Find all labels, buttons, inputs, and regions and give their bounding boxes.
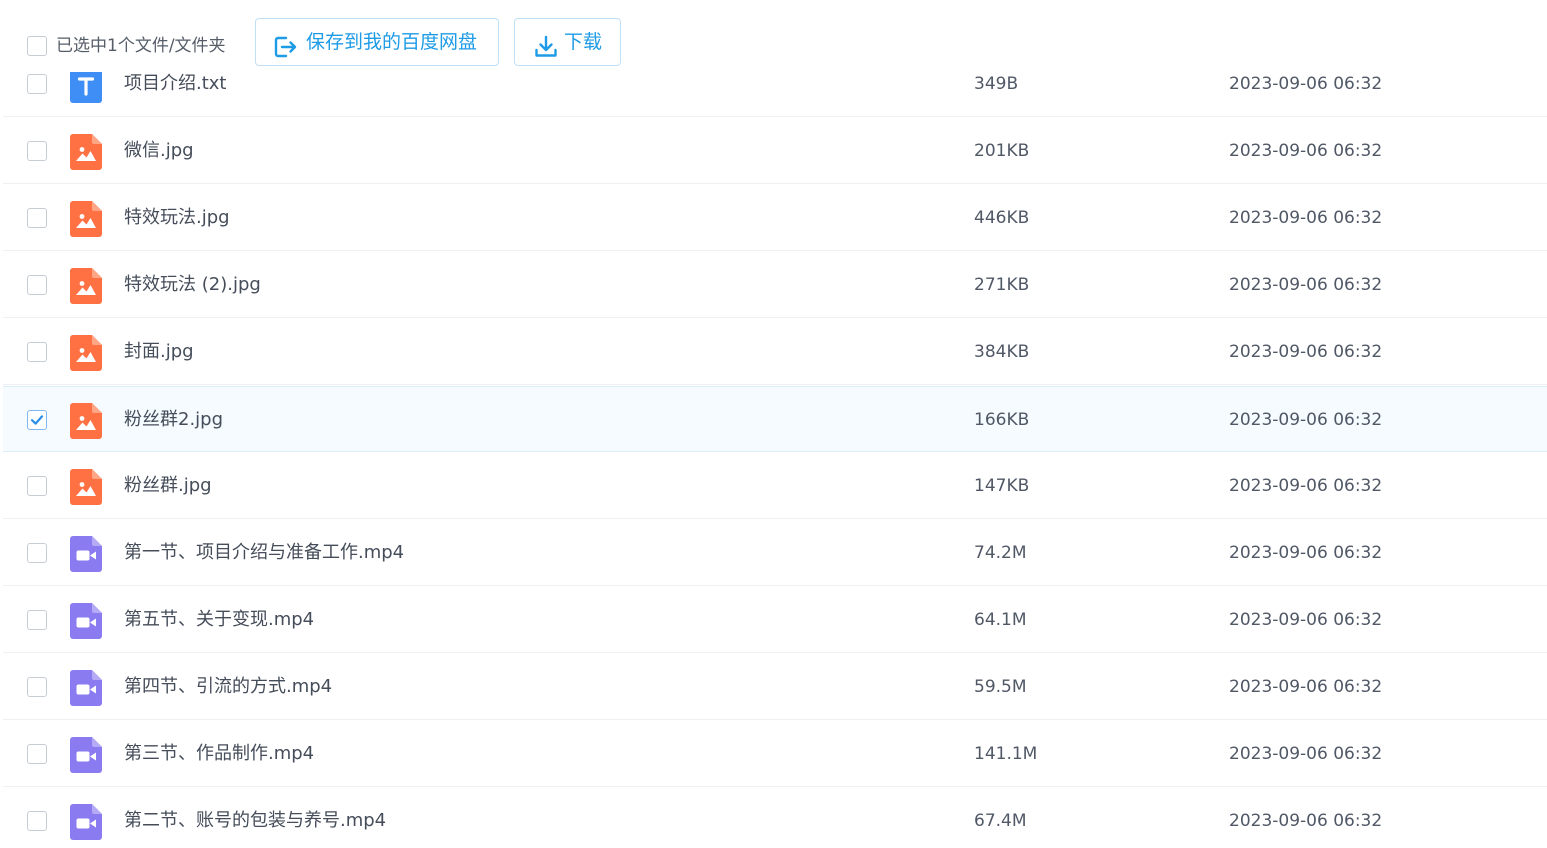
save-to-netdisk-label: 保存到我的百度网盘 [306,31,478,53]
row-checkbox[interactable] [27,342,47,362]
row-checkbox[interactable] [27,677,47,697]
file-name[interactable]: 第四节、引流的方式.mp4 [124,675,332,699]
save-to-icon [273,30,299,76]
video-file-icon[interactable] [70,670,102,706]
file-name[interactable]: 第五节、关于变现.mp4 [124,608,314,632]
row-checkbox[interactable] [27,141,47,161]
file-name[interactable]: 粉丝群2.jpg [124,408,223,432]
file-date: 2023-09-06 06:32 [1229,744,1383,764]
file-name[interactable]: 第二节、账号的包装与养号.mp4 [124,809,386,833]
video-file-icon[interactable] [70,804,102,840]
selection-count-label: 已选中1个文件/文件夹 [56,36,226,56]
row-checkbox[interactable] [27,744,47,764]
image-file-icon[interactable] [70,201,102,237]
file-row[interactable]: 粉丝群2.jpg 166KB 2023-09-06 06:32 [3,386,1547,452]
file-size: 271KB [974,275,1030,295]
file-date: 2023-09-06 06:32 [1229,74,1383,94]
file-row[interactable]: 微信.jpg 201KB 2023-09-06 06:32 [3,118,1547,184]
image-file-icon[interactable] [70,403,102,439]
row-checkbox[interactable] [27,543,47,563]
file-name[interactable]: 粉丝群.jpg [124,474,212,498]
file-size: 141.1M [974,744,1038,764]
file-date: 2023-09-06 06:32 [1229,208,1383,228]
image-file-icon[interactable] [70,335,102,371]
file-row[interactable]: 封面.jpg 384KB 2023-09-06 06:32 [3,319,1547,385]
file-size: 67.4M [974,811,1027,831]
file-row[interactable]: 第一节、项目介绍与准备工作.mp4 74.2M 2023-09-06 06:32 [3,520,1547,586]
file-date: 2023-09-06 06:32 [1229,342,1383,362]
video-file-icon[interactable] [70,737,102,773]
file-row[interactable]: 特效玩法 (2).jpg 271KB 2023-09-06 06:32 [3,252,1547,318]
file-name[interactable]: 第一节、项目介绍与准备工作.mp4 [124,541,404,565]
file-row[interactable]: 第五节、关于变现.mp4 64.1M 2023-09-06 06:32 [3,587,1547,653]
file-size: 384KB [974,342,1030,362]
file-date: 2023-09-06 06:32 [1229,543,1383,563]
file-row[interactable]: 第三节、作品制作.mp4 141.1M 2023-09-06 06:32 [3,721,1547,787]
file-date: 2023-09-06 06:32 [1229,610,1383,630]
file-row[interactable]: 特效玩法.jpg 446KB 2023-09-06 06:32 [3,185,1547,251]
row-checkbox[interactable] [27,275,47,295]
file-date: 2023-09-06 06:32 [1229,811,1383,831]
row-checkbox[interactable] [27,811,47,831]
select-all-checkbox[interactable] [27,36,47,56]
image-file-icon[interactable] [70,268,102,304]
download-label: 下载 [564,31,603,53]
image-file-icon[interactable] [70,469,102,505]
file-browser: 已选中1个文件/文件夹 保存到我的百度网盘 下载 项目介绍.txt 349B 202… [0,0,1547,848]
toolbar: 已选中1个文件/文件夹 保存到我的百度网盘 下载 [0,0,1547,72]
file-date: 2023-09-06 06:32 [1229,677,1383,697]
file-size: 201KB [974,141,1030,161]
file-size: 166KB [974,410,1030,430]
row-checkbox[interactable] [27,208,47,228]
file-name[interactable]: 特效玩法.jpg [124,206,230,230]
file-size: 446KB [974,208,1030,228]
video-file-icon[interactable] [70,536,102,572]
image-file-icon[interactable] [70,134,102,170]
file-name[interactable]: 特效玩法 (2).jpg [124,273,261,297]
file-size: 64.1M [974,610,1027,630]
file-size: 349B [974,74,1019,94]
file-size: 59.5M [974,677,1027,697]
file-date: 2023-09-06 06:32 [1229,410,1383,430]
row-checkbox[interactable] [27,610,47,630]
file-name[interactable]: 微信.jpg [124,139,194,163]
save-to-netdisk-button[interactable]: 保存到我的百度网盘 [255,18,499,66]
text-file-icon[interactable] [70,67,102,103]
file-row[interactable]: 粉丝群.jpg 147KB 2023-09-06 06:32 [3,453,1547,519]
file-row[interactable]: 第二节、账号的包装与养号.mp4 67.4M 2023-09-06 06:32 [3,788,1547,848]
file-name[interactable]: 封面.jpg [124,340,194,364]
download-icon [534,30,558,76]
file-name[interactable]: 项目介绍.txt [124,72,227,96]
file-date: 2023-09-06 06:32 [1229,476,1383,496]
file-name[interactable]: 第三节、作品制作.mp4 [124,742,314,766]
row-checkbox[interactable] [27,410,47,430]
file-size: 74.2M [974,543,1027,563]
file-row[interactable]: 第四节、引流的方式.mp4 59.5M 2023-09-06 06:32 [3,654,1547,720]
row-checkbox[interactable] [27,74,47,94]
file-date: 2023-09-06 06:32 [1229,141,1383,161]
row-checkbox[interactable] [27,476,47,496]
file-date: 2023-09-06 06:32 [1229,275,1383,295]
video-file-icon[interactable] [70,603,102,639]
file-size: 147KB [974,476,1030,496]
download-button[interactable]: 下载 [514,18,621,66]
